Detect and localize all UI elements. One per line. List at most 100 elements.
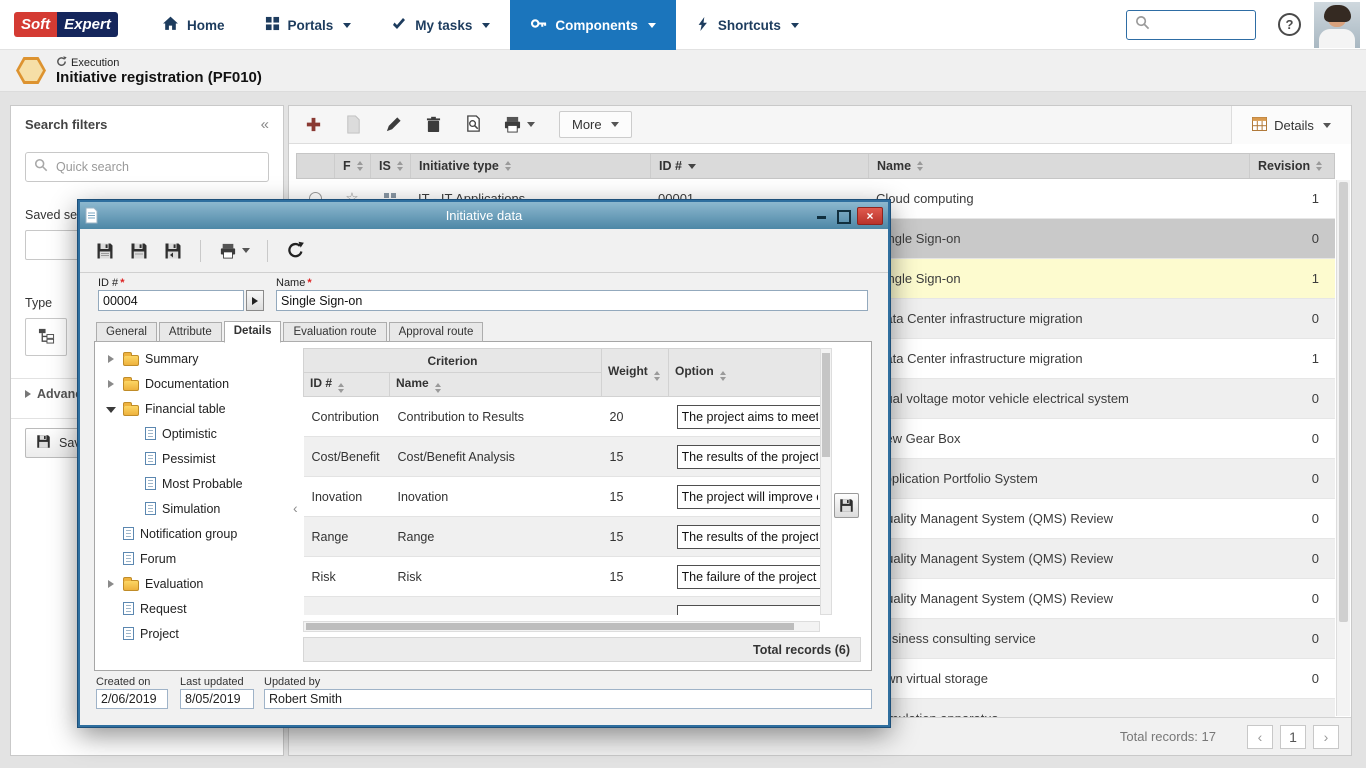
column-header-option[interactable]: Option: [669, 349, 820, 397]
option-input[interactable]: [677, 445, 820, 469]
save-and-new-button[interactable]: [124, 236, 154, 266]
criterion-weight: 15: [602, 517, 669, 557]
print-button[interactable]: [499, 111, 539, 139]
option-input[interactable]: [677, 605, 820, 616]
save-button[interactable]: [90, 236, 120, 266]
option-input[interactable]: [677, 565, 820, 589]
add-button[interactable]: [299, 111, 327, 139]
column-header-name[interactable]: Name: [869, 154, 1250, 178]
tree-item[interactable]: Optimistic: [95, 421, 293, 446]
avatar-shirt: [1319, 29, 1355, 48]
criteria-table: Criterion Weight Option ID # Name Contri…: [303, 348, 820, 615]
name-input[interactable]: [276, 290, 868, 311]
criteria-vertical-scrollbar[interactable]: [820, 348, 832, 615]
nav-item-shortcuts[interactable]: Shortcuts: [676, 0, 819, 50]
option-input[interactable]: [677, 405, 820, 429]
criteria-area: Criterion Weight Option ID # Name Contri…: [303, 348, 869, 668]
modal-titlebar[interactable]: Initiative data ×: [80, 202, 888, 229]
quick-search-input[interactable]: [54, 159, 244, 175]
vertical-scrollbar[interactable]: [1336, 180, 1350, 716]
sort-icon: [357, 161, 363, 171]
column-header-initiative-type[interactable]: Initiative type: [411, 154, 651, 178]
nav-item-home[interactable]: Home: [142, 0, 245, 50]
tab-attribute[interactable]: Attribute: [159, 322, 222, 342]
quick-search-box[interactable]: [25, 152, 269, 182]
criteria-horizontal-scrollbar[interactable]: [303, 621, 820, 632]
tree-item[interactable]: Documentation: [95, 371, 293, 396]
column-header-is[interactable]: IS: [371, 154, 411, 178]
collapse-tree-icon[interactable]: ‹: [293, 500, 298, 516]
tree-item[interactable]: Financial table: [95, 396, 293, 421]
tree-item-label: Forum: [140, 552, 176, 566]
tree-item[interactable]: Most Probable: [95, 471, 293, 496]
help-icon[interactable]: ?: [1278, 13, 1301, 36]
page-number-button[interactable]: 1: [1280, 725, 1306, 749]
view-button[interactable]: [339, 111, 367, 139]
tab-approval-route[interactable]: Approval route: [389, 322, 484, 342]
edit-button[interactable]: [379, 111, 407, 139]
type-picker-button[interactable]: [25, 318, 67, 356]
main-nav: Home Portals My tasks Components Shortcu…: [142, 0, 819, 50]
softexpert-logo[interactable]: Soft Expert: [14, 12, 118, 37]
tree-expander-icon[interactable]: [105, 353, 117, 365]
global-search-input[interactable]: [1156, 17, 1248, 33]
next-page-button[interactable]: ›: [1313, 725, 1339, 749]
nav-item-portals[interactable]: Portals: [245, 0, 372, 50]
scrollbar-thumb[interactable]: [306, 623, 794, 630]
scrollbar-thumb[interactable]: [1339, 182, 1348, 622]
delete-button[interactable]: [419, 111, 447, 139]
cell-name: Quality Managent System (QMS) Review: [868, 511, 1251, 526]
nav-item-components[interactable]: Components: [510, 0, 676, 50]
folder-icon: [123, 355, 139, 366]
modal-tabs: GeneralAttributeDetailsEvaluation routeA…: [96, 320, 485, 342]
tree-expander-icon[interactable]: [105, 378, 117, 390]
column-header-id[interactable]: ID #: [651, 154, 869, 178]
user-avatar[interactable]: [1314, 2, 1360, 48]
tree-expander-spacer: [127, 428, 139, 440]
id-input[interactable]: [98, 290, 244, 311]
tree-item[interactable]: Evaluation: [95, 571, 293, 596]
tree-item[interactable]: Notification group: [95, 521, 293, 546]
tab-general[interactable]: General: [96, 322, 157, 342]
nav-item-my-tasks[interactable]: My tasks: [371, 0, 510, 50]
maximize-button[interactable]: [834, 207, 854, 224]
option-input[interactable]: [677, 525, 820, 549]
print-button[interactable]: [213, 236, 255, 266]
tree-item[interactable]: Pessimist: [95, 446, 293, 471]
details-panel-button[interactable]: Details: [1231, 106, 1351, 144]
chevron-down-icon[interactable]: [242, 248, 250, 253]
collapse-panel-icon[interactable]: «: [261, 116, 269, 133]
column-header-revision[interactable]: Revision: [1250, 154, 1334, 178]
grid-header: F IS Initiative type ID # Name Revision: [296, 153, 1335, 179]
previous-page-button[interactable]: ‹: [1247, 725, 1273, 749]
option-input[interactable]: [677, 485, 820, 509]
chevron-down-icon[interactable]: [527, 122, 535, 127]
column-header-weight[interactable]: Weight: [602, 349, 669, 397]
scrollbar-thumb[interactable]: [822, 353, 830, 457]
tree-expander-icon[interactable]: [105, 578, 117, 590]
tree-item[interactable]: Summary: [95, 346, 293, 371]
id-lookup-button[interactable]: [246, 290, 264, 311]
breadcrumb[interactable]: Execution: [56, 56, 119, 70]
preview-button[interactable]: [459, 111, 487, 139]
more-button[interactable]: More: [559, 111, 632, 138]
column-header-criterion-name[interactable]: Name: [390, 373, 602, 397]
global-search-box[interactable]: [1126, 10, 1256, 40]
tab-details[interactable]: Details: [224, 321, 282, 343]
tree-item[interactable]: Request: [95, 596, 293, 621]
refresh-button[interactable]: [280, 236, 310, 266]
tree-item[interactable]: Simulation: [95, 496, 293, 521]
tree-expander-icon[interactable]: [105, 403, 117, 415]
tree-item[interactable]: Project: [95, 621, 293, 646]
cell-revision: 0: [1251, 231, 1335, 246]
tree-expander-spacer: [105, 553, 117, 565]
column-header-criterion-id[interactable]: ID #: [304, 373, 390, 397]
close-button[interactable]: ×: [857, 207, 883, 225]
tab-evaluation-route[interactable]: Evaluation route: [283, 322, 386, 342]
save-and-exit-button[interactable]: [158, 236, 188, 266]
minimize-button[interactable]: [811, 207, 831, 224]
column-header-favorite[interactable]: F: [335, 154, 371, 178]
save-table-button[interactable]: [834, 493, 859, 518]
tree-item[interactable]: Forum: [95, 546, 293, 571]
modal-title: Initiative data: [80, 208, 888, 223]
